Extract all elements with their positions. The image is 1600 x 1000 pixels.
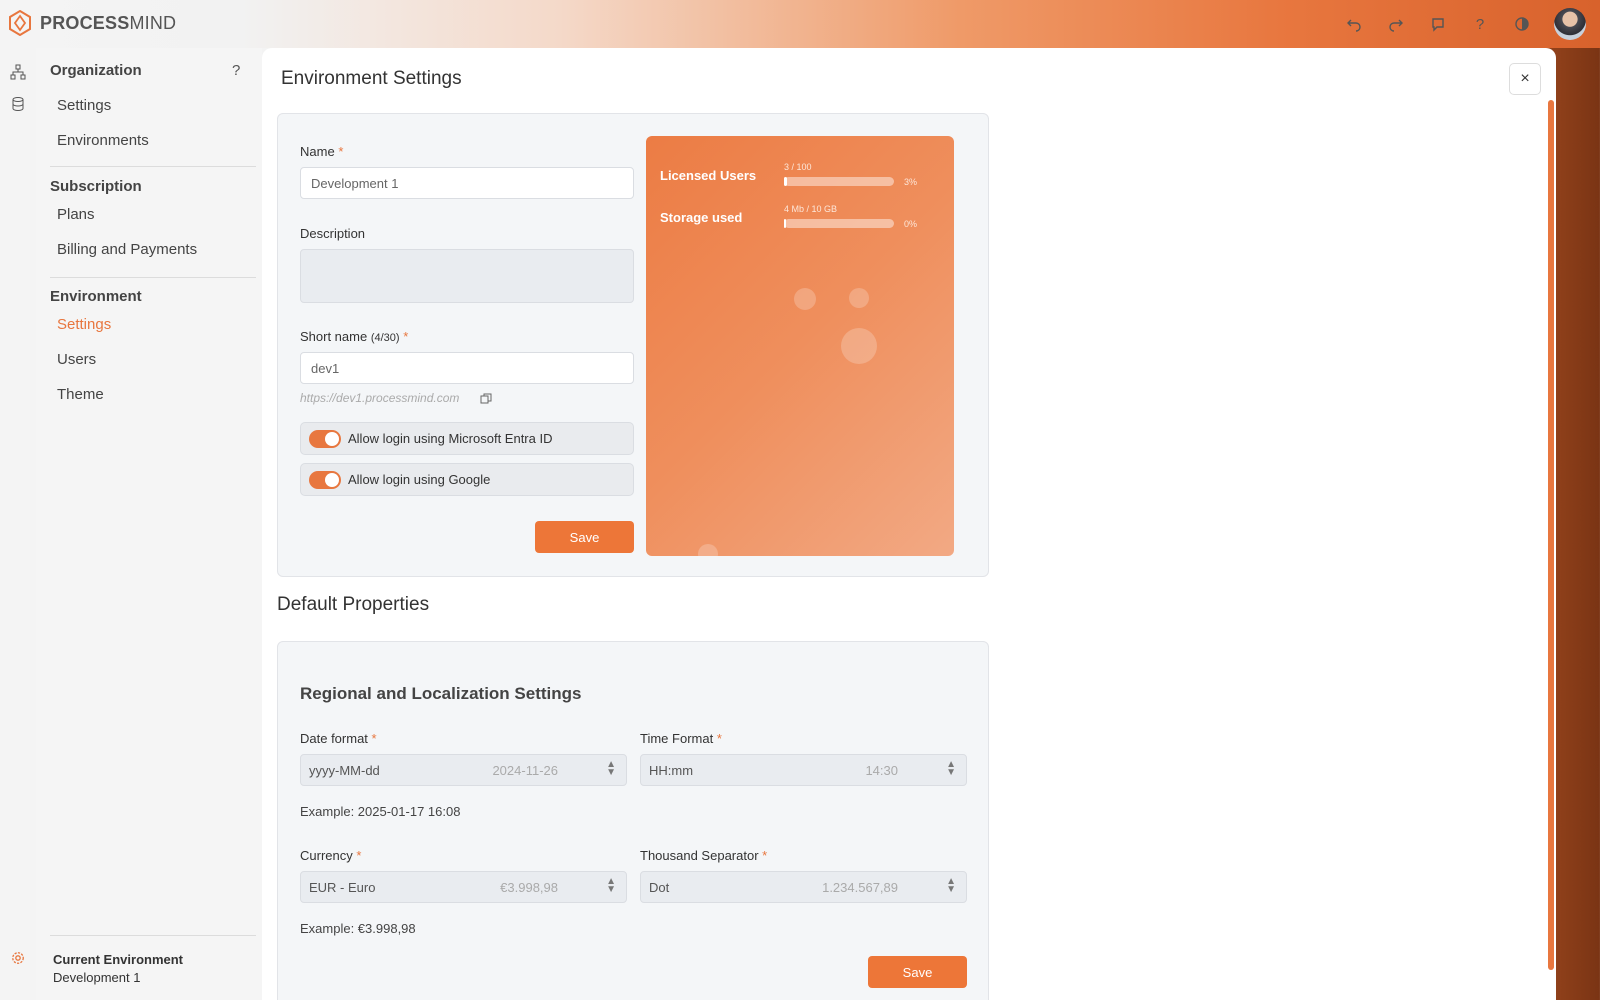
time-format-value: HH:mm <box>649 763 694 778</box>
name-label: Name * <box>300 144 344 159</box>
gear-icon[interactable] <box>8 948 28 968</box>
description-textarea[interactable] <box>300 249 634 303</box>
storage-meta: 4 Mb / 10 GB <box>784 204 838 214</box>
date-format-label: Date format * <box>300 731 377 746</box>
default-properties-title: Default Properties <box>277 594 430 615</box>
currency-select[interactable]: EUR - Euro €3.998,98 ▲ ▼ <box>300 871 627 903</box>
sidebar-item-environments[interactable]: Environments <box>57 132 149 149</box>
theme-icon[interactable] <box>1512 14 1532 34</box>
sidebar-help-icon[interactable]: ? <box>232 62 240 79</box>
storage-label: Storage used <box>660 210 743 225</box>
comment-icon[interactable] <box>1428 14 1448 34</box>
environment-url: https://dev1.processmind.com <box>300 391 460 405</box>
help-icon[interactable]: ? <box>1470 14 1490 34</box>
separator-value: Dot <box>649 880 670 895</box>
separator-example: 1.234.567,89 <box>822 880 898 895</box>
logo-icon <box>9 10 31 36</box>
database-icon[interactable] <box>8 94 28 114</box>
sidebar-item-users[interactable]: Users <box>57 351 96 368</box>
storage-fill <box>784 219 787 228</box>
decor-bubble <box>841 328 877 364</box>
datetime-example: Example: 2025-01-17 16:08 <box>300 804 461 819</box>
licensed-users-meta: 3 / 100 <box>784 162 812 172</box>
short-name-label: Short name (4/30) * <box>300 329 409 344</box>
environment-card: Name * Development 1 Description Short n… <box>277 113 989 577</box>
name-input[interactable]: Development 1 <box>300 167 634 199</box>
toggle-row-google: Allow login using Google <box>300 463 634 496</box>
current-environment-label: Current Environment <box>53 952 184 967</box>
chevron-updown-icon: ▲ ▼ <box>606 759 616 778</box>
logo[interactable]: PROCESSMIND <box>8 10 176 36</box>
usage-card: Licensed Users 3 / 100 3% Storage used 4… <box>646 136 954 556</box>
chevron-updown-icon: ▲ ▼ <box>606 876 616 895</box>
close-button[interactable]: × <box>1509 63 1541 95</box>
save-environment-button[interactable]: Save <box>535 521 634 553</box>
storage-bar <box>784 219 894 228</box>
description-label: Description <box>300 226 366 241</box>
sidebar-item-plans[interactable]: Plans <box>57 206 95 223</box>
entra-login-label: Allow login using Microsoft Entra ID <box>348 431 553 446</box>
google-login-toggle[interactable] <box>309 470 341 489</box>
main-panel: Environment Settings × Name * Developmen… <box>262 48 1556 1000</box>
decor-bubble <box>849 288 869 308</box>
date-format-value: yyyy-MM-dd <box>309 763 380 778</box>
separator-label: Thousand Separator * <box>640 848 768 863</box>
scrollbar[interactable] <box>1548 100 1554 970</box>
licensed-users-fill <box>784 177 788 186</box>
time-format-select[interactable]: HH:mm 14:30 ▲ ▼ <box>640 754 967 786</box>
currency-label: Currency * <box>300 848 362 863</box>
current-environment-value[interactable]: Development 1 <box>53 970 140 985</box>
org-chart-icon[interactable] <box>8 62 28 82</box>
undo-icon[interactable] <box>1344 14 1364 34</box>
close-icon: × <box>1520 70 1530 87</box>
currency-example: €3.998,98 <box>500 880 558 895</box>
date-format-example: 2024-11-26 <box>492 763 558 778</box>
storage-percent: 0% <box>904 219 918 229</box>
copy-icon[interactable] <box>480 392 492 410</box>
save-defaults-button[interactable]: Save <box>868 956 967 988</box>
sidebar-item-org-settings[interactable]: Settings <box>57 97 111 114</box>
redo-icon[interactable] <box>1386 14 1406 34</box>
time-format-label: Time Format * <box>640 731 722 746</box>
regional-settings-card: Regional and Localization Settings Date … <box>277 641 989 1000</box>
chevron-updown-icon: ▲ ▼ <box>946 876 956 895</box>
currency-value: EUR - Euro <box>309 880 376 895</box>
google-login-label: Allow login using Google <box>348 472 491 487</box>
top-bar: PROCESSMIND ? <box>0 0 1600 48</box>
sidebar-section-organization: Organization <box>50 62 142 79</box>
avatar[interactable] <box>1554 8 1586 40</box>
sidebar-divider <box>50 166 256 167</box>
left-rail <box>0 48 36 1000</box>
sidebar-divider <box>50 277 256 278</box>
currency-full-example: Example: €3.998,98 <box>300 921 416 936</box>
toggle-row-entra: Allow login using Microsoft Entra ID <box>300 422 634 455</box>
entra-login-toggle[interactable] <box>309 429 341 448</box>
sidebar: Organization ? Settings Environments Sub… <box>36 48 262 1000</box>
licensed-users-label: Licensed Users <box>660 168 757 183</box>
regional-settings-title: Regional and Localization Settings <box>300 684 582 703</box>
sidebar-divider <box>50 935 256 936</box>
sidebar-item-env-settings[interactable]: Settings <box>57 316 111 333</box>
sidebar-item-theme[interactable]: Theme <box>57 386 104 403</box>
date-format-select[interactable]: yyyy-MM-dd 2024-11-26 ▲ ▼ <box>300 754 627 786</box>
licensed-users-bar <box>784 177 894 186</box>
sidebar-section-subscription: Subscription <box>50 178 142 195</box>
sidebar-item-billing[interactable]: Billing and Payments <box>57 241 197 258</box>
short-name-input[interactable]: dev1 <box>300 352 634 384</box>
separator-select[interactable]: Dot 1.234.567,89 ▲ ▼ <box>640 871 967 903</box>
sidebar-section-environment: Environment <box>50 288 142 305</box>
decor-bubble <box>698 544 718 556</box>
licensed-users-percent: 3% <box>904 177 918 187</box>
page-title: Environment Settings <box>281 68 462 89</box>
time-format-example: 14:30 <box>865 763 898 778</box>
chevron-updown-icon: ▲ ▼ <box>946 759 956 778</box>
decor-bubble <box>794 288 816 310</box>
brand-name: PROCESSMIND <box>40 12 177 33</box>
